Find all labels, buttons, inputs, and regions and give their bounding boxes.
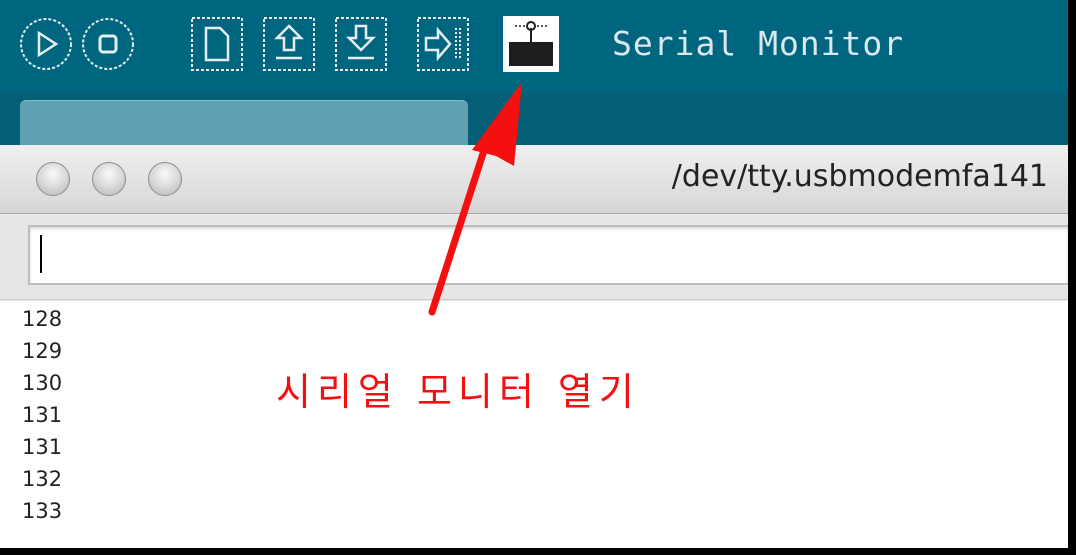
screenshot-frame: Serial Monitor /dev/tty.usbmodemfa141 12… [0,0,1068,548]
annotation-arrow [428,82,522,316]
